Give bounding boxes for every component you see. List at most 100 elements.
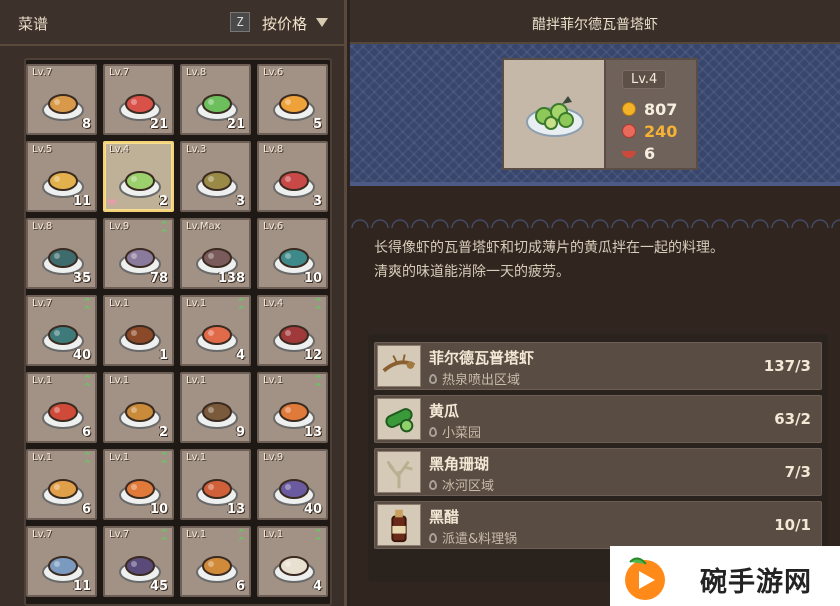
recipe-card-count: 45 bbox=[149, 579, 168, 594]
location-pin-icon bbox=[429, 479, 437, 490]
recipe-card[interactable]: Lv.7 8 bbox=[26, 64, 97, 135]
ingredient-name: 菲尔德瓦普塔虾 bbox=[429, 349, 535, 367]
recipe-card-level: Lv.1 bbox=[32, 452, 53, 463]
recipe-card-level: Lv.4 bbox=[109, 144, 130, 155]
recipe-card-count: 9 bbox=[235, 425, 245, 440]
recipe-card[interactable]: Lv.1 9 bbox=[180, 372, 251, 443]
recipe-card-count: 13 bbox=[303, 425, 322, 440]
dish-icon bbox=[273, 94, 315, 121]
description-line: 长得像虾的瓦普塔虾和切成薄片的黄瓜拌在一起的料理。 bbox=[374, 240, 724, 256]
recipe-card[interactable]: Lv.9 40 bbox=[257, 449, 328, 520]
ingredient-row[interactable]: 黑醋 派遣&料理锅 10/1 bbox=[374, 501, 822, 549]
recipe-card-level: Lv.4 bbox=[263, 298, 284, 309]
ingredient-location: 冰河区域 bbox=[429, 475, 494, 494]
recipe-card-level: Lv.7 bbox=[109, 529, 130, 540]
recipe-detail-title: 醋拌菲尔德瓦普塔虾 bbox=[532, 17, 658, 33]
recipe-card-count: 3 bbox=[312, 194, 322, 209]
recipe-card[interactable]: Lv.7 ⌃ ⌃ 40 bbox=[26, 295, 97, 366]
recipe-card-level: Lv.1 bbox=[109, 375, 130, 386]
recipe-card-count: 4 bbox=[235, 348, 245, 363]
dish-icon bbox=[196, 171, 238, 198]
ingredient-thumbnail bbox=[377, 504, 421, 546]
recipe-card[interactable]: Lv.7 ⌃ ⌃ 45 bbox=[103, 526, 174, 597]
recipe-card-count: 12 bbox=[303, 348, 322, 363]
recipe-card[interactable]: Lv.1 ⌃ ⌃ 6 bbox=[180, 526, 251, 597]
ingredient-row[interactable]: 菲尔德瓦普塔虾 热泉喷出区域 137/3 bbox=[374, 342, 822, 390]
recipe-card[interactable]: Lv.1 ⌃ ⌃ 6 bbox=[26, 372, 97, 443]
recipe-card[interactable]: Lv.8 3 bbox=[257, 141, 328, 212]
recipe-card[interactable]: Lv.8 35 bbox=[26, 218, 97, 289]
ingredient-name: 黄瓜 bbox=[429, 402, 460, 420]
sell-price-value: 807 bbox=[644, 99, 678, 119]
recipe-card-level: Lv.7 bbox=[32, 67, 53, 78]
location-pin-icon bbox=[429, 373, 437, 384]
recipe-card-count: 40 bbox=[72, 348, 91, 363]
salad-dish-icon bbox=[526, 96, 584, 137]
ingredient-row[interactable]: 黄瓜 小菜园 63/2 bbox=[374, 395, 822, 443]
recipe-card-count: 6 bbox=[81, 425, 91, 440]
recipe-card-selected[interactable]: Lv.4 ⋈ 2 bbox=[103, 141, 174, 212]
recipe-card[interactable]: Lv.1 ⌃ ⌃ 6 bbox=[26, 449, 97, 520]
recipe-card-level: Lv.7 bbox=[32, 298, 53, 309]
sell-price-stat: 807 bbox=[622, 99, 678, 119]
ingredient-location-text: 小菜园 bbox=[442, 426, 482, 441]
recipe-card[interactable]: Lv.7 11 bbox=[26, 526, 97, 597]
recipe-card-level: Lv.Max bbox=[186, 221, 221, 232]
rating-value: 240 bbox=[644, 121, 678, 141]
recipe-card-count: 13 bbox=[226, 502, 245, 517]
recipe-card-level: Lv.9 bbox=[263, 452, 284, 463]
recipe-card-level: Lv.5 bbox=[32, 144, 53, 155]
recipe-card[interactable]: Lv.1 ⌃ ⌃ 10 bbox=[103, 449, 174, 520]
recipe-card-count: 11 bbox=[72, 579, 91, 594]
recipe-card[interactable]: Lv.1 ⌃ ⌃ 4 bbox=[257, 526, 328, 597]
recipe-detail-header: 醋拌菲尔德瓦普塔虾 bbox=[350, 0, 840, 44]
location-pin-icon bbox=[429, 532, 437, 543]
recipe-card-count: 6 bbox=[81, 502, 91, 517]
recipe-card[interactable]: Lv.1 13 bbox=[180, 449, 251, 520]
recipe-card-count: 8 bbox=[81, 117, 91, 132]
ingredients-list: 菲尔德瓦普塔虾 热泉喷出区域 137/3 黄瓜 小菜园 63/2 黑角珊瑚 冰河区域 7/3 黑醋… bbox=[368, 334, 828, 582]
recipe-detail-panel: 醋拌菲尔德瓦普塔虾 Lv.4 807 240 6 长得像虾的瓦普塔虾和切成薄片的… bbox=[350, 0, 840, 606]
ingredient-name: 黑角珊瑚 bbox=[429, 455, 490, 473]
ingredient-row[interactable]: 黑角珊瑚冰河区域 7/3 bbox=[374, 448, 822, 496]
watermark-text: 碗手游网 bbox=[700, 567, 812, 598]
recipe-card[interactable]: Lv.8 21 bbox=[180, 64, 251, 135]
recipe-card[interactable]: Lv.7 21 bbox=[103, 64, 174, 135]
recipe-card[interactable]: Lv.3 3 bbox=[180, 141, 251, 212]
ingredient-quantity: 7/3 bbox=[784, 463, 811, 481]
recipe-detail-card: Lv.4 807 240 6 bbox=[502, 58, 698, 170]
recipe-card-level: Lv.6 bbox=[263, 67, 284, 78]
recipe-card[interactable]: Lv.5 11 bbox=[26, 141, 97, 212]
recipe-card[interactable]: Lv.1 ⌃ ⌃ 13 bbox=[257, 372, 328, 443]
dish-icon bbox=[42, 479, 84, 506]
recipe-card-count: 138 bbox=[217, 271, 245, 286]
recipe-card-count: 21 bbox=[149, 117, 168, 132]
recipe-card[interactable]: Lv.1 2 bbox=[103, 372, 174, 443]
recipe-card[interactable]: Lv.6 10 bbox=[257, 218, 328, 289]
ingredient-quantity: 10/1 bbox=[774, 516, 811, 534]
recipe-card-count: 3 bbox=[235, 194, 245, 209]
recipe-card[interactable]: Lv.9 ⌃ ⌃ 78 bbox=[103, 218, 174, 289]
recipe-card[interactable]: Lv.4 ⌃ ⌃ 12 bbox=[257, 295, 328, 366]
recipe-card[interactable]: Lv.Max 138 bbox=[180, 218, 251, 289]
description-line: 清爽的味道能消除一天的疲劳。 bbox=[374, 264, 570, 280]
chevron-down-icon[interactable] bbox=[316, 18, 328, 27]
recipe-card-level: Lv.1 bbox=[32, 375, 53, 386]
banner-wave-decoration bbox=[350, 214, 840, 228]
recipe-card[interactable]: Lv.1 1 bbox=[103, 295, 174, 366]
recipe-level-badge: Lv.4 bbox=[622, 70, 667, 89]
recipe-grid: Lv.7 8 Lv.7 21 Lv.8 21 Lv.6 5 Lv.5 11 Lv.4 ⋈ 2 Lv.3 3 L… bbox=[26, 64, 328, 597]
cucumber-icon bbox=[385, 408, 414, 433]
recipe-card-level: Lv.3 bbox=[186, 144, 207, 155]
portion-stat: 6 bbox=[622, 144, 655, 163]
dish-icon bbox=[196, 325, 238, 352]
watermark-logo-icon bbox=[625, 557, 665, 600]
recipe-card[interactable]: Lv.1 ⌃ ⌃ 4 bbox=[180, 295, 251, 366]
recipe-list-title: 菜谱 bbox=[18, 15, 49, 33]
recipe-card-count: 4 bbox=[312, 579, 322, 594]
recipe-card-level: Lv.6 bbox=[263, 221, 284, 232]
sort-dropdown[interactable]: 按价格 bbox=[262, 13, 307, 34]
bow-icon: ⋈ bbox=[107, 197, 117, 208]
recipe-card[interactable]: Lv.6 5 bbox=[257, 64, 328, 135]
ingredient-name: 黑醋 bbox=[429, 508, 460, 526]
